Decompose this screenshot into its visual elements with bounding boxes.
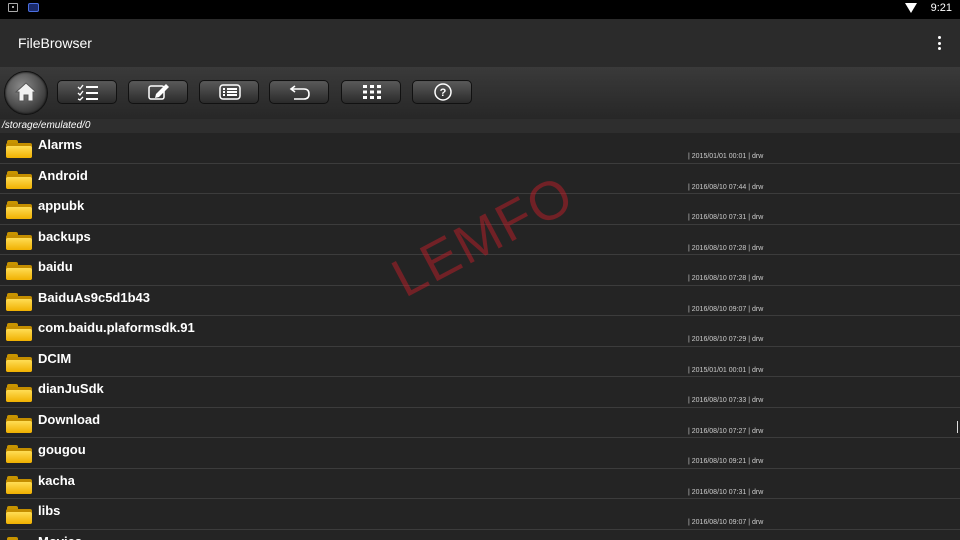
file-meta: | 2016/08/10 07:27 | drw — [688, 427, 764, 435]
file-name: Android — [38, 167, 88, 183]
folder-icon — [6, 323, 32, 341]
current-path: /storage/emulated/0 — [2, 120, 91, 131]
file-row[interactable]: Download | 2016/08/10 07:27 | drw — [0, 407, 960, 438]
file-row[interactable]: com.baidu.plaformsdk.91 | 2016/08/10 07:2… — [0, 316, 960, 347]
folder-icon — [6, 445, 32, 463]
file-name: Download — [38, 411, 101, 427]
folder-icon — [6, 414, 32, 433]
file-name: dianJuSdk — [38, 381, 104, 396]
file-row[interactable]: Movies — [0, 529, 960, 540]
overflow-menu-icon[interactable] — [938, 36, 942, 50]
file-name: kacha — [38, 472, 75, 488]
file-list[interactable]: Alarms | 2015/01/01 00:01 | drw Android | 2… — [0, 133, 960, 540]
list-icon — [219, 84, 241, 100]
select-button[interactable] — [57, 80, 117, 104]
folder-icon — [6, 536, 32, 540]
list-view-button[interactable] — [199, 80, 259, 104]
file-row[interactable]: Android | 2016/08/10 07:44 | drw — [0, 163, 960, 194]
file-meta: | 2016/08/10 07:33 | drw — [688, 397, 764, 404]
toolbar: ? — [0, 67, 960, 119]
file-name: BaiduAs9c5d1b43 — [38, 289, 150, 305]
edit-icon — [148, 84, 169, 100]
path-bar: /storage/emulated/0 — [0, 119, 960, 133]
grid-icon — [363, 85, 381, 99]
status-bar: 9:21 — [0, 0, 960, 19]
folder-icon — [6, 506, 32, 524]
status-notifications — [8, 3, 39, 12]
app-bar: FileBrowser — [0, 19, 960, 67]
folder-icon — [6, 201, 32, 219]
file-row[interactable]: Alarms | 2015/01/01 00:01 | drw — [0, 133, 960, 164]
file-name: Movies — [38, 534, 82, 540]
file-row[interactable]: backups | 2016/08/10 07:28 | drw — [0, 224, 960, 255]
file-meta: | 2016/08/10 07:31 | drw — [688, 488, 764, 496]
file-row[interactable]: dianJuSdk | 2016/08/10 07:33 | drw — [0, 377, 960, 408]
folder-icon — [6, 475, 32, 494]
file-meta: | 2016/08/10 07:31 | drw — [688, 214, 764, 221]
file-row[interactable]: libs | 2016/08/10 09:07 | drw — [0, 499, 960, 530]
folder-icon — [6, 353, 32, 372]
file-name: Alarms — [38, 137, 83, 152]
back-arrow-icon — [289, 85, 310, 100]
file-meta: | 2016/08/10 09:07 | drw — [688, 305, 764, 313]
edit-button[interactable] — [128, 80, 188, 104]
grid-view-button[interactable] — [341, 80, 401, 104]
app-notification-icon — [28, 3, 39, 12]
screenshot-notification-icon — [8, 3, 18, 12]
file-meta: | 2016/08/10 07:44 | drw — [688, 183, 764, 191]
file-meta: | 2015/01/01 00:01 | drw — [688, 153, 764, 160]
folder-icon — [6, 170, 32, 189]
file-name: backups — [38, 228, 91, 244]
file-meta: | 2016/08/10 07:28 | drw — [688, 275, 764, 282]
folder-icon — [6, 140, 32, 158]
clock: 9:21 — [930, 2, 952, 14]
app-title: FileBrowser — [18, 35, 92, 51]
home-icon — [14, 82, 38, 102]
home-button[interactable] — [4, 71, 48, 115]
file-row[interactable]: gougou | 2016/08/10 09:21 | drw — [0, 438, 960, 469]
file-row[interactable]: baidu | 2016/08/10 07:28 | drw — [0, 255, 960, 286]
checklist-icon — [77, 84, 98, 101]
file-row[interactable]: DCIM | 2015/01/01 00:01 | drw — [0, 346, 960, 377]
file-meta: | 2015/01/01 00:01 | drw — [688, 366, 764, 374]
file-name: baidu — [38, 259, 73, 274]
svg-text:?: ? — [440, 87, 447, 99]
file-name: appubk — [38, 198, 85, 213]
file-meta: | 2016/08/10 07:29 | drw — [688, 336, 764, 343]
help-icon: ? — [434, 83, 452, 101]
file-name: libs — [38, 503, 61, 518]
file-row[interactable]: appubk | 2016/08/10 07:31 | drw — [0, 194, 960, 225]
file-name: com.baidu.plaformsdk.91 — [38, 320, 195, 335]
file-meta: | 2016/08/10 09:07 | drw — [688, 519, 764, 526]
back-button[interactable] — [269, 80, 329, 104]
folder-icon — [6, 384, 32, 402]
file-row[interactable]: kacha | 2016/08/10 07:31 | drw — [0, 468, 960, 499]
folder-icon — [6, 231, 32, 250]
folder-icon — [6, 262, 32, 280]
help-button[interactable]: ? — [412, 80, 472, 104]
file-row[interactable]: BaiduAs9c5d1b43 | 2016/08/10 09:07 | drw — [0, 285, 960, 316]
folder-icon — [6, 292, 32, 311]
file-name: DCIM — [38, 350, 72, 366]
status-system: 9:21 — [904, 2, 952, 14]
wifi-icon — [904, 3, 917, 13]
file-name: gougou — [38, 442, 86, 457]
file-meta: | 2016/08/10 09:21 | drw — [688, 458, 764, 465]
file-meta: | 2016/08/10 07:28 | drw — [688, 244, 764, 252]
